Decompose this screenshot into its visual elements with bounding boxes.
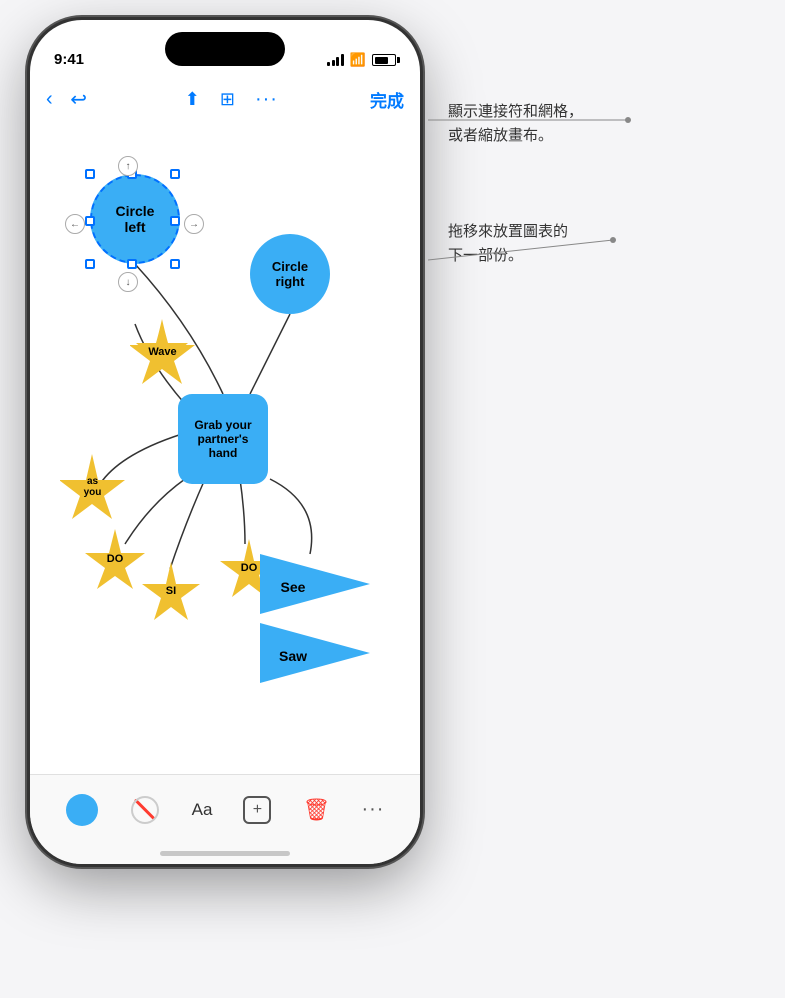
do1-node[interactable]: DO xyxy=(85,529,145,589)
trash-icon: 🗑 xyxy=(303,797,331,823)
as-you-node[interactable]: as you xyxy=(60,454,125,519)
grab-node[interactable]: Grab your partner's hand xyxy=(178,394,268,484)
done-button[interactable]: 完成 xyxy=(370,87,404,112)
handle-mr[interactable] xyxy=(170,216,180,226)
handle-bl[interactable] xyxy=(85,259,95,269)
color-picker[interactable] xyxy=(66,794,98,826)
circle-right-label: Circle right xyxy=(272,259,308,289)
triangle-group[interactable]: See Saw xyxy=(260,554,370,688)
annotation-line-top xyxy=(428,60,688,180)
arrow-right[interactable]: → xyxy=(184,214,204,234)
see-label: See xyxy=(281,579,306,595)
si-node[interactable]: SI xyxy=(142,562,200,620)
annotation-line-mid xyxy=(428,180,688,280)
saw-label: Saw xyxy=(279,648,307,664)
more-options-button[interactable]: ··· xyxy=(361,798,384,821)
text-format-button[interactable]: Aa xyxy=(192,800,213,820)
toolbar-left: ‹ ↩ xyxy=(46,85,93,113)
no-fill-button[interactable] xyxy=(129,794,161,826)
canvas[interactable]: Circle left ↑ ↓ ← → Circle right xyxy=(30,124,420,774)
circle-left-node[interactable]: Circle left xyxy=(90,174,180,264)
top-toolbar: ‹ ↩ ⬆ ⊞ ··· 完成 xyxy=(30,74,420,124)
home-indicator xyxy=(160,851,290,856)
handle-tr[interactable] xyxy=(170,169,180,179)
more-options-icon: ··· xyxy=(361,798,384,821)
handle-tl[interactable] xyxy=(85,169,95,179)
dynamic-island xyxy=(165,32,285,66)
circle-left-label: Circle left xyxy=(116,203,155,235)
toolbar-center: ⬆ ⊞ ··· xyxy=(185,88,278,111)
status-icons: 📶 xyxy=(327,52,396,68)
add-shape-icon: + xyxy=(243,796,271,824)
arrow-down[interactable]: ↓ xyxy=(118,272,138,292)
signal-icon xyxy=(327,54,344,66)
text-format-label: Aa xyxy=(192,800,213,820)
wifi-icon: 📶 xyxy=(350,52,366,68)
color-circle[interactable] xyxy=(66,794,98,826)
wave-node[interactable]: Wave xyxy=(130,319,195,384)
battery-icon xyxy=(372,54,396,66)
handle-br[interactable] xyxy=(170,259,180,269)
arrow-left[interactable]: ← xyxy=(65,214,85,234)
grab-label: Grab your partner's hand xyxy=(194,418,251,460)
diagram: Circle left ↑ ↓ ← → Circle right xyxy=(30,124,420,774)
add-shape-button[interactable]: + xyxy=(243,796,271,824)
phone-frame: 9:41 📶 ‹ ↩ xyxy=(30,20,420,864)
handle-ml[interactable] xyxy=(85,216,95,226)
do1-label: DO xyxy=(107,553,124,565)
back-button[interactable]: ‹ xyxy=(46,88,53,111)
copy-button[interactable]: ⊞ xyxy=(220,89,235,110)
share-button[interactable]: ⬆ xyxy=(185,89,200,110)
si-label: SI xyxy=(166,585,176,597)
toolbar-right: 完成 xyxy=(370,87,404,112)
more-button[interactable]: ··· xyxy=(255,88,278,111)
wave-label: Wave xyxy=(148,346,176,358)
handle-bc[interactable] xyxy=(127,259,137,269)
delete-button[interactable]: 🗑 xyxy=(303,797,331,823)
scene: 9:41 📶 ‹ ↩ xyxy=(0,0,785,998)
status-time: 9:41 xyxy=(54,51,84,68)
do2-label: DO xyxy=(241,562,258,574)
as-you-label: as you xyxy=(84,476,102,498)
arrow-up[interactable]: ↑ xyxy=(118,156,138,176)
circle-right-node[interactable]: Circle right xyxy=(250,234,330,314)
undo-button[interactable]: ↩ xyxy=(65,85,93,113)
